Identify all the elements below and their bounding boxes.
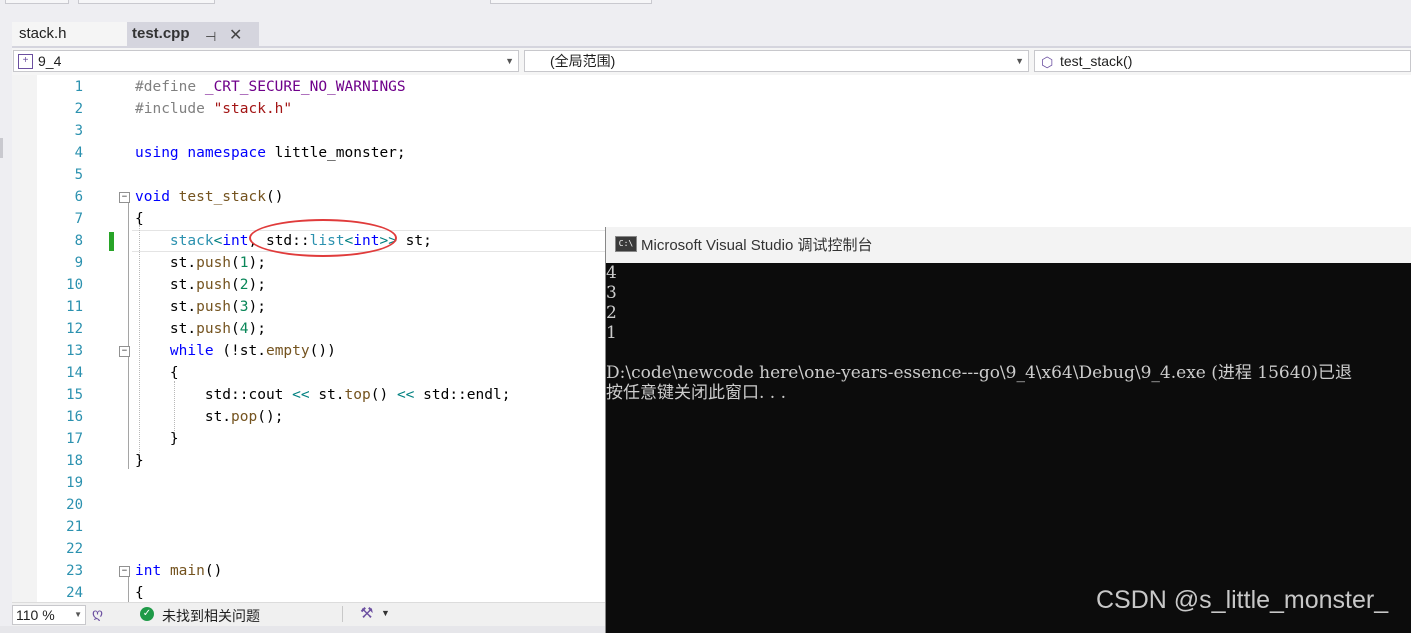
toolbar-dropdown[interactable] (490, 0, 652, 4)
member-dropdown[interactable]: ⬡ test_stack() (1034, 50, 1411, 72)
intellicode-icon[interactable]: ღ (92, 605, 103, 622)
dock-marker (0, 138, 3, 158)
line-number: 1 (74, 79, 83, 95)
line-number: 19 (66, 475, 83, 491)
navigation-bar: + 9_4 ▼ (全局范围) ▼ ⬡ test_stack() (12, 48, 1411, 75)
console-line: 4 (606, 263, 617, 283)
code-text: using namespace little_monster; (135, 145, 406, 161)
code-text: } (135, 453, 144, 469)
scope-dropdown[interactable]: (全局范围) ▼ (524, 50, 1029, 72)
line-number: 2 (74, 101, 83, 117)
line-number: 8 (74, 233, 83, 249)
divider (342, 606, 343, 622)
toolbar-dropdown[interactable] (5, 0, 69, 4)
chevron-down-icon[interactable]: ▼ (381, 608, 390, 618)
code-line: 1 #define _CRT_SECURE_NO_WARNINGS (12, 76, 1411, 98)
code-text: void test_stack() (135, 189, 284, 205)
console-title: Microsoft Visual Studio 调试控制台 (641, 237, 873, 254)
toolbar-dropdown[interactable] (78, 0, 215, 4)
line-number: 21 (66, 519, 83, 535)
code-text: st.push(4); (135, 321, 266, 337)
close-icon[interactable]: ✕ (229, 25, 242, 45)
code-line: 2 #include "stack.h" (12, 98, 1411, 120)
debug-console-window[interactable]: C:\ Microsoft Visual Studio 调试控制台 4 3 2 … (605, 227, 1411, 633)
code-text: int main() (135, 563, 223, 579)
line-number: 12 (66, 321, 83, 337)
chevron-down-icon: ▼ (1015, 56, 1024, 66)
member-label: test_stack() (1060, 53, 1133, 69)
tab-label: test.cpp (132, 25, 190, 42)
line-number: 13 (66, 343, 83, 359)
tab-stack-h[interactable]: stack.h (12, 22, 127, 46)
code-line: 4 using namespace little_monster; (12, 142, 1411, 164)
code-text: std::cout << st.top() << std::endl; (135, 387, 511, 403)
zoom-level: 110 % (16, 607, 55, 623)
line-number: 18 (66, 453, 83, 469)
console-icon: C:\ (615, 236, 637, 252)
line-number: 15 (66, 387, 83, 403)
code-line: 3 (12, 120, 1411, 142)
line-number: 10 (66, 277, 83, 293)
line-number: 11 (66, 299, 83, 315)
code-text: st.push(3); (135, 299, 266, 315)
code-text: st.push(1); (135, 255, 266, 271)
code-text: { (135, 211, 144, 227)
code-line: 5 (12, 164, 1411, 186)
document-tab-bar: stack.h test.cpp (12, 20, 1411, 46)
code-text: #define _CRT_SECURE_NO_WARNINGS (135, 79, 406, 95)
code-text: { (135, 585, 144, 601)
chevron-down-icon: ▼ (74, 610, 82, 619)
line-number: 22 (66, 541, 83, 557)
annotation-circle (249, 219, 397, 257)
line-number: 17 (66, 431, 83, 447)
line-number: 5 (74, 167, 83, 183)
console-line: 2 (606, 303, 617, 323)
code-text: #include "stack.h" (135, 101, 293, 117)
console-line: 1 (606, 323, 617, 343)
line-number: 20 (66, 497, 83, 513)
line-number: 23 (66, 563, 83, 579)
watermark: CSDN @s_little_monster_ (1096, 586, 1389, 614)
line-number: 24 (66, 585, 83, 601)
line-number: 9 (74, 255, 83, 271)
line-number: 7 (74, 211, 83, 227)
console-line: 3 (606, 283, 617, 303)
line-number: 14 (66, 365, 83, 381)
project-dropdown[interactable]: + 9_4 ▼ (13, 50, 519, 72)
project-icon: + (18, 54, 33, 69)
code-text: { (135, 365, 179, 381)
line-number: 4 (74, 145, 83, 161)
cleanup-brush-icon[interactable]: ⚒ (360, 604, 373, 622)
line-number: 16 (66, 409, 83, 425)
left-dock-margin (0, 48, 12, 608)
check-circle-icon: ✓ (140, 607, 154, 621)
console-title-bar[interactable]: C:\ Microsoft Visual Studio 调试控制台 (606, 227, 1411, 263)
project-label: 9_4 (38, 53, 62, 69)
line-number: 3 (74, 123, 83, 139)
console-line: 按任意键关闭此窗口. . . (606, 383, 787, 403)
tab-label: stack.h (19, 25, 67, 42)
top-toolbar-strip (0, 0, 1411, 20)
pin-icon[interactable]: ⊣ (205, 29, 216, 45)
console-line: D:\code\newcode here\one-years-essence--… (606, 363, 1352, 383)
issues-status[interactable]: 未找到相关问题 (162, 606, 260, 626)
code-text: } (135, 431, 179, 447)
code-text: st.pop(); (135, 409, 284, 425)
code-line: 6 void test_stack() (12, 186, 1411, 208)
line-number: 6 (74, 189, 83, 205)
console-output[interactable]: 4 3 2 1 D:\code\newcode here\one-years-e… (606, 263, 1411, 633)
code-text: st.push(2); (135, 277, 266, 293)
scope-label: (全局范围) (550, 53, 616, 69)
chevron-down-icon: ▼ (505, 56, 514, 66)
cube-icon: ⬡ (1041, 54, 1054, 70)
zoom-dropdown[interactable]: 110 % ▼ (12, 605, 86, 625)
code-text: while (!st.empty()) (169, 343, 336, 359)
